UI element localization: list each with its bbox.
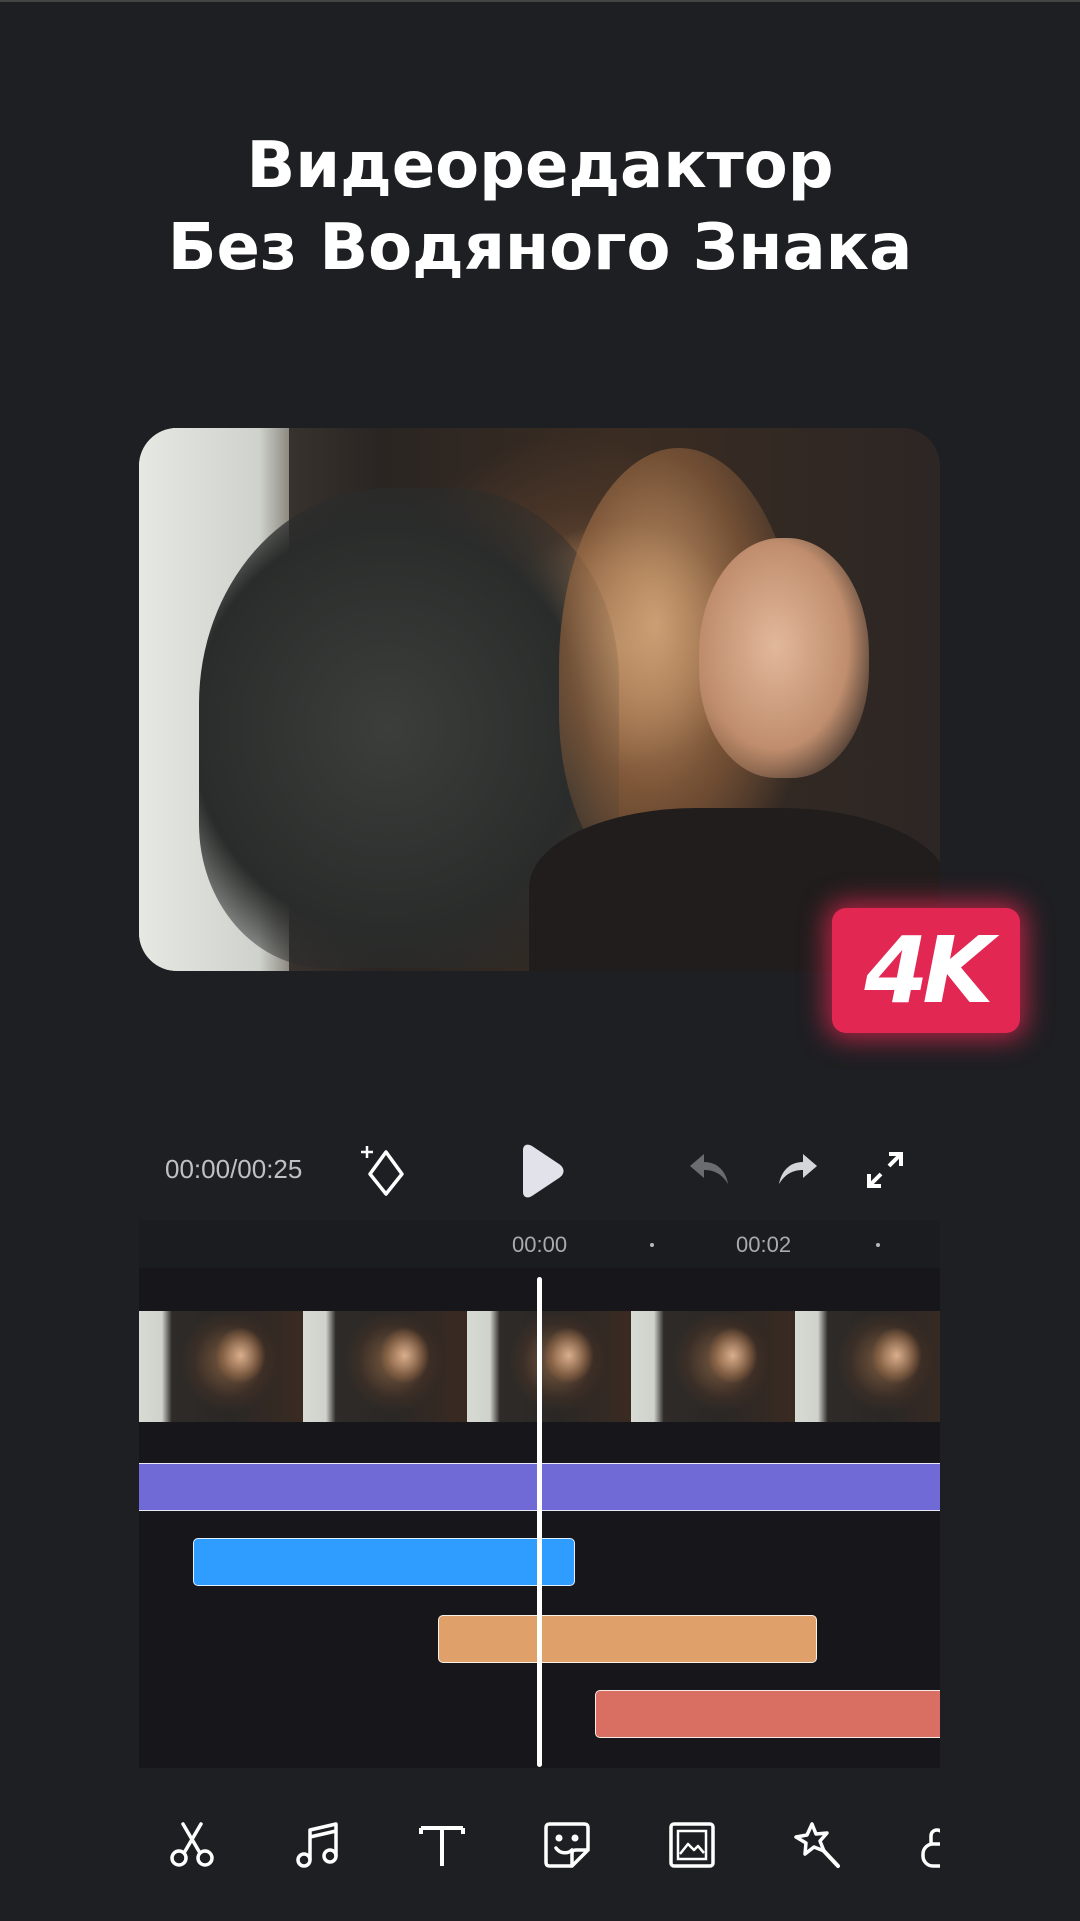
clip-thumbnail [139, 1311, 303, 1422]
image-overlay-icon[interactable] [667, 1820, 717, 1870]
fullscreen-icon[interactable] [865, 1150, 905, 1190]
headline-line-1: Видеоредактор [246, 129, 834, 203]
player-controls: 00:00/00:25 [139, 1120, 940, 1220]
video-preview[interactable] [139, 428, 940, 971]
scissors-icon[interactable] [167, 1820, 217, 1870]
clip-thumbnail [467, 1311, 631, 1422]
ruler-dot [650, 1243, 654, 1247]
effect-track[interactable] [595, 1690, 940, 1738]
timeline-ruler: 00:00 00:02 [139, 1220, 940, 1268]
clip-thumbnail [795, 1311, 940, 1422]
sticker-icon[interactable] [542, 1820, 592, 1870]
music-track[interactable] [193, 1538, 575, 1586]
play-button[interactable] [515, 1144, 565, 1198]
text-track[interactable] [438, 1615, 817, 1663]
add-keyframe-icon[interactable] [361, 1144, 411, 1196]
clip-thumbnail [631, 1311, 795, 1422]
headline-line-2: Без Водяного Знака [167, 211, 913, 285]
text-icon[interactable] [417, 1820, 467, 1870]
undo-icon[interactable] [688, 1150, 732, 1190]
time-readout: 00:00/00:25 [165, 1154, 303, 1184]
magic-wand-icon[interactable] [792, 1820, 842, 1870]
ruler-label-0: 00:00 [512, 1232, 568, 1257]
playhead[interactable] [537, 1277, 542, 1767]
music-note-icon[interactable] [292, 1820, 342, 1870]
app-screen: Видеоредактор Без Водяного Знака 4K 00:0… [0, 0, 1080, 1921]
headline: Видеоредактор Без Водяного Знака [0, 125, 1080, 289]
ruler-label-1: 00:02 [736, 1232, 792, 1257]
play-icon [523, 1144, 564, 1198]
4k-badge: 4K [832, 908, 1020, 1033]
preview-face [699, 538, 869, 778]
lock-icon[interactable] [917, 1820, 940, 1870]
clip-thumbnail [303, 1311, 467, 1422]
top-divider [0, 0, 1080, 2]
redo-icon[interactable] [775, 1150, 819, 1190]
ruler-dot [876, 1243, 880, 1247]
bottom-toolbar [139, 1800, 940, 1890]
